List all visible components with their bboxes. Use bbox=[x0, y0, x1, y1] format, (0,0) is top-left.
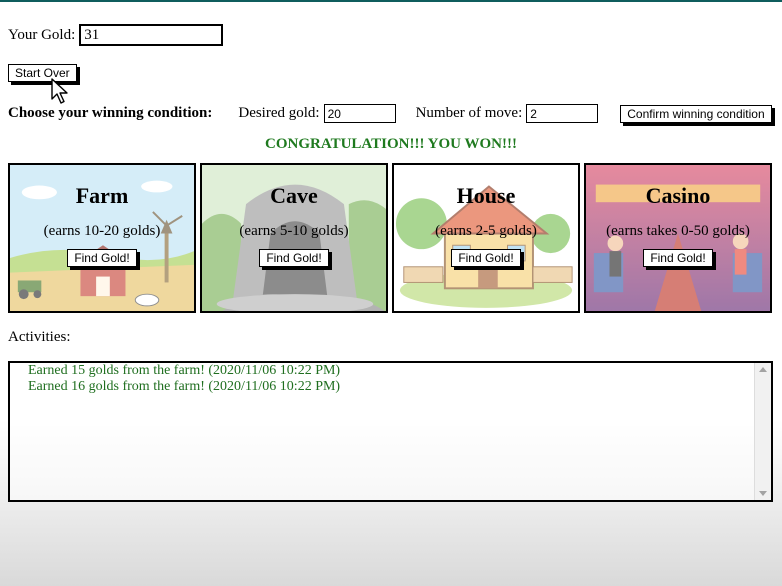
activity-log-scrollbar[interactable] bbox=[754, 363, 771, 500]
gold-label: Your Gold: bbox=[8, 26, 76, 43]
card-earnings: (earns 10-20 golds) bbox=[43, 223, 161, 239]
top-accent-bar bbox=[0, 0, 782, 2]
desired-gold-label: Desired gold: bbox=[238, 105, 320, 121]
activity-entry: Earned 16 golds from the farm! (2020/11/… bbox=[28, 379, 341, 394]
card-title: Cave bbox=[270, 183, 318, 208]
farm-card: Farm (earns 10-20 golds) Find Gold! bbox=[8, 163, 196, 313]
cave-card: Cave (earns 5-10 golds) Find Gold! bbox=[200, 163, 388, 313]
winning-condition-row: Choose your winning condition: Desired g… bbox=[8, 104, 778, 123]
find-gold-cave-button[interactable]: Find Gold! bbox=[259, 249, 329, 267]
find-gold-casino-button[interactable]: Find Gold! bbox=[643, 249, 713, 267]
card-earnings: (earns 2-5 golds) bbox=[435, 223, 537, 239]
casino-card: Casino (earns takes 0-50 golds) Find Gol… bbox=[584, 163, 772, 313]
winning-condition-title: Choose your winning condition: bbox=[8, 105, 213, 121]
card-title: Farm bbox=[75, 183, 129, 208]
confirm-winning-condition-button[interactable]: Confirm winning condition bbox=[620, 104, 772, 123]
find-gold-house-button[interactable]: Find Gold! bbox=[451, 249, 521, 267]
activity-log[interactable]: Earned 15 golds from the farm! (2020/11/… bbox=[8, 361, 773, 502]
mouse-pointer-icon bbox=[51, 78, 68, 104]
scroll-down-icon[interactable] bbox=[759, 491, 767, 496]
win-message: CONGRATULATION!!! YOU WON!!! bbox=[265, 136, 517, 152]
card-earnings: (earns 5-10 golds) bbox=[239, 223, 349, 239]
number-of-move-input[interactable] bbox=[526, 104, 599, 123]
card-title: House bbox=[456, 183, 516, 208]
gold-input[interactable] bbox=[79, 24, 224, 46]
activity-entry: Earned 15 golds from the farm! (2020/11/… bbox=[28, 363, 341, 378]
card-earnings: (earns takes 0-50 golds) bbox=[606, 223, 750, 239]
gold-row: Your Gold: bbox=[8, 24, 224, 46]
activity-entries: Earned 15 golds from the farm! (2020/11/… bbox=[28, 363, 340, 395]
find-gold-farm-button[interactable]: Find Gold! bbox=[67, 249, 137, 267]
house-card: House (earns 2-5 golds) Find Gold! bbox=[392, 163, 580, 313]
number-of-move-label: Number of move: bbox=[415, 105, 523, 121]
scroll-up-icon[interactable] bbox=[759, 367, 767, 372]
activities-label: Activities: bbox=[8, 329, 71, 345]
desired-gold-input[interactable] bbox=[323, 104, 396, 123]
card-title: Casino bbox=[645, 183, 711, 208]
